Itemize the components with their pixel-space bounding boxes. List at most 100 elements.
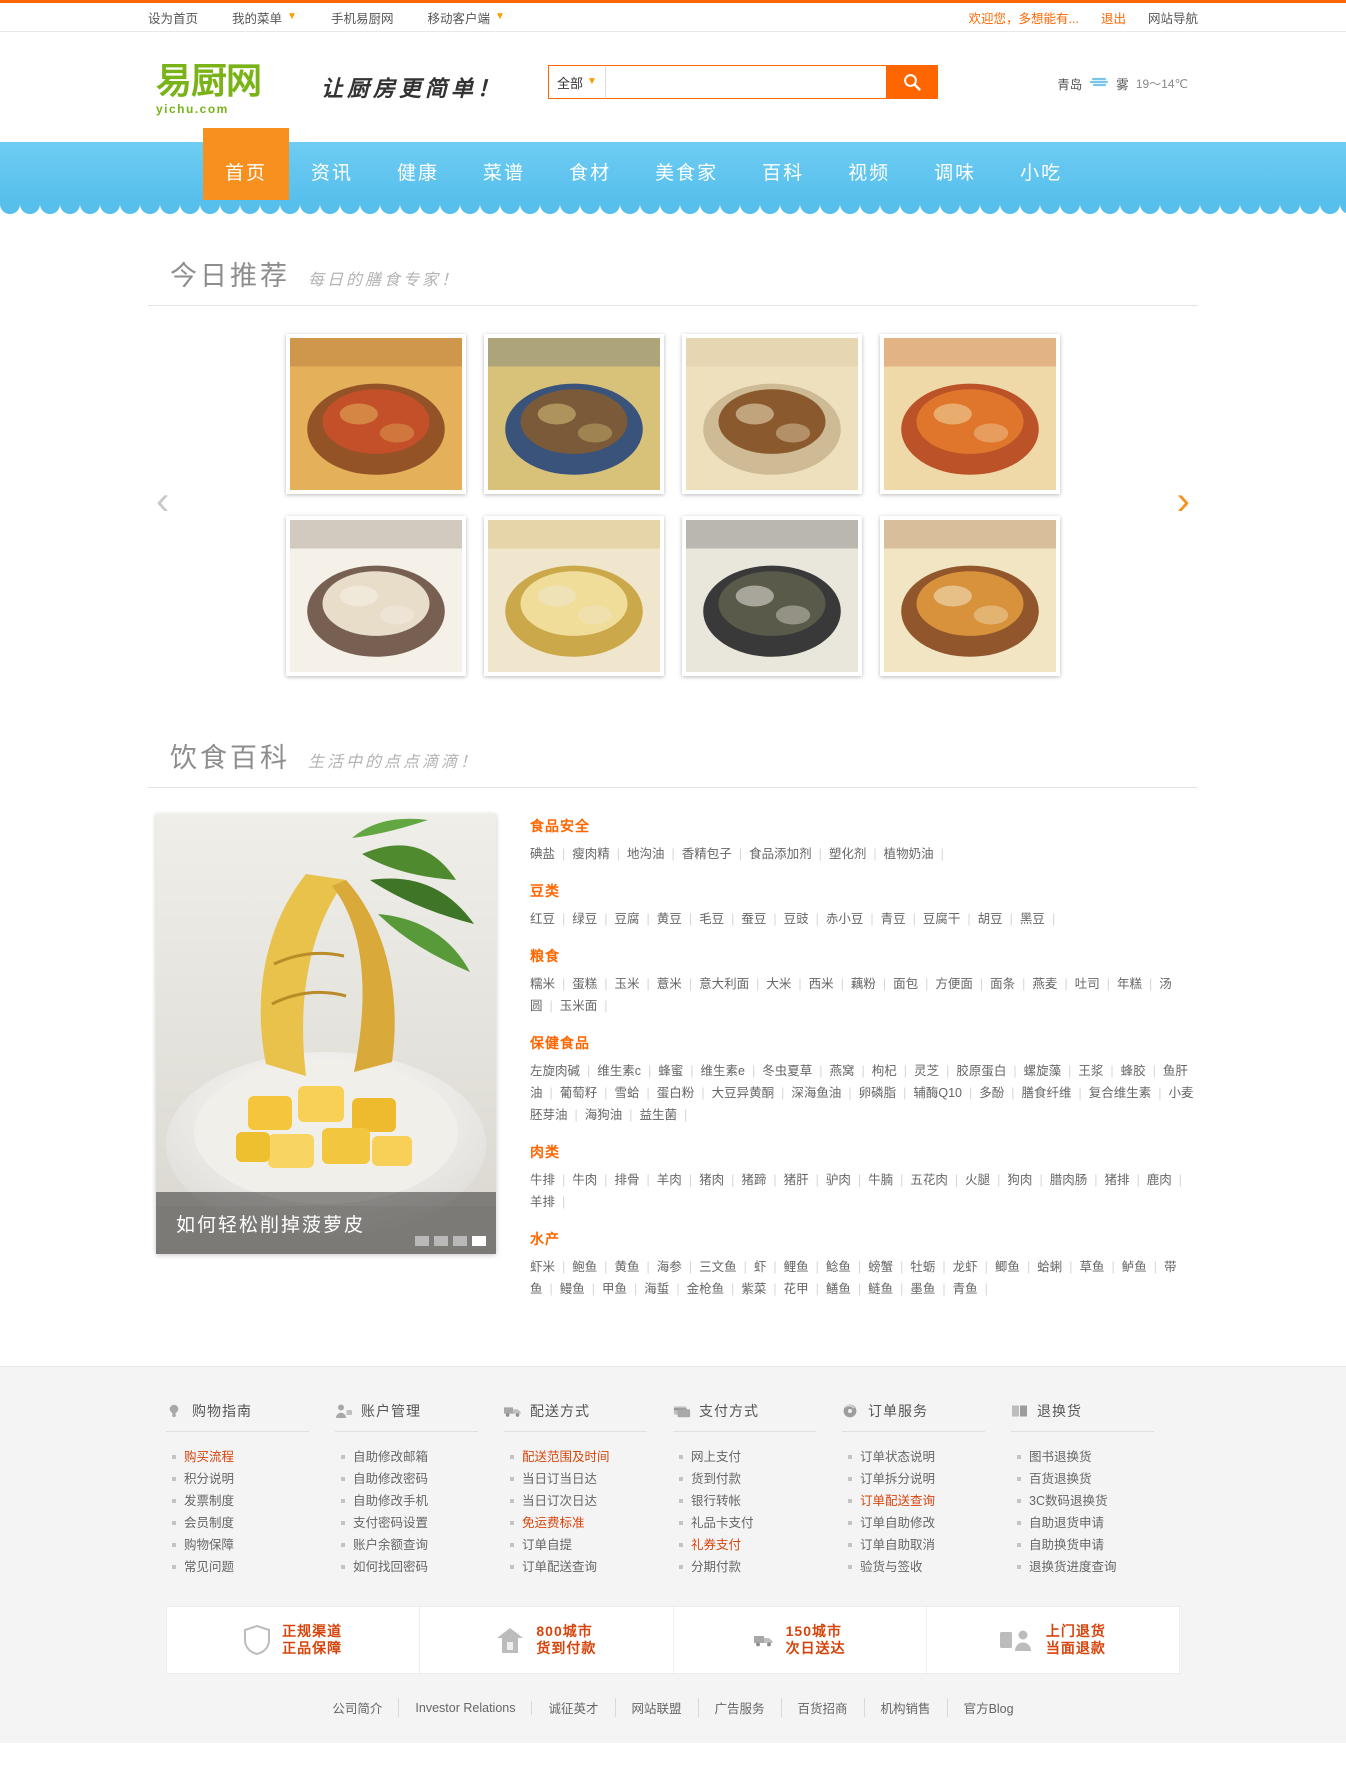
footer-link[interactable]: 订单自提 [510,1534,673,1556]
category-item-link[interactable]: 维生素e [701,1064,745,1078]
gallery-prev-button[interactable]: ‹ [156,481,169,521]
category-item-link[interactable]: 膳食纤维 [1022,1086,1072,1100]
category-item-link[interactable]: 虾 [754,1260,767,1274]
category-item-link[interactable]: 灵芝 [914,1064,939,1078]
category-item-link[interactable]: 糯米 [530,977,555,991]
category-item-link[interactable]: 螃蟹 [868,1260,893,1274]
category-item-link[interactable]: 意大利面 [699,977,749,991]
category-item-link[interactable]: 薏米 [657,977,682,991]
top-link-mobile-app[interactable]: 移动客户端 ▼ [427,8,504,27]
recommend-card[interactable] [880,334,1060,494]
category-item-link[interactable]: 牛腩 [868,1173,893,1187]
recommend-card[interactable] [286,334,466,494]
category-item-link[interactable]: 黄豆 [657,912,682,926]
footer-link[interactable]: 订单配送查询 [510,1556,673,1578]
footer-link[interactable]: 自助修改邮箱 [341,1446,504,1468]
footer-link[interactable]: 购物保障 [172,1534,335,1556]
category-item-link[interactable]: 面包 [893,977,918,991]
category-item-link[interactable]: 三文鱼 [699,1260,737,1274]
category-item-link[interactable]: 玉米面 [560,999,598,1013]
category-item-link[interactable]: 复合维生素 [1089,1086,1152,1100]
category-item-link[interactable]: 鲤鱼 [784,1260,809,1274]
category-item-link[interactable]: 年糕 [1117,977,1142,991]
category-item-link[interactable]: 蛋糕 [572,977,597,991]
category-item-link[interactable]: 黑豆 [1020,912,1045,926]
footer-link[interactable]: 百货退换货 [1017,1468,1180,1490]
footer-link[interactable]: 3C数码退换货 [1017,1490,1180,1512]
footer-bottom-link[interactable]: 机构销售 [865,1698,948,1717]
footer-link[interactable]: 网上支付 [679,1446,842,1468]
footer-bottom-link[interactable]: 公司简介 [316,1698,400,1717]
recommend-card[interactable] [682,334,862,494]
category-item-link[interactable]: 鳗鱼 [560,1282,585,1296]
category-item-link[interactable]: 食品添加剂 [749,847,812,861]
category-item-link[interactable]: 碘盐 [530,847,555,861]
category-title[interactable]: 保健食品 [530,1033,1198,1053]
footer-link[interactable]: 自助修改密码 [341,1468,504,1490]
category-item-link[interactable]: 腊肉肠 [1050,1173,1088,1187]
category-item-link[interactable]: 花甲 [784,1282,809,1296]
recommend-card[interactable] [484,516,664,676]
category-item-link[interactable]: 赤小豆 [826,912,864,926]
category-item-link[interactable]: 冬虫夏草 [762,1064,812,1078]
category-item-link[interactable]: 毛豆 [699,912,724,926]
footer-link[interactable]: 如何找回密码 [341,1556,504,1578]
category-item-link[interactable]: 红豆 [530,912,555,926]
category-item-link[interactable]: 蚕豆 [741,912,766,926]
footer-bottom-link[interactable]: 百货招商 [782,1698,865,1717]
category-item-link[interactable]: 青豆 [881,912,906,926]
nav-item-7[interactable]: 百科 [740,142,826,200]
footer-link[interactable]: 分期付款 [679,1556,842,1578]
footer-link[interactable]: 免运费标准 [510,1512,673,1534]
category-item-link[interactable]: 牛肉 [572,1173,597,1187]
category-item-link[interactable]: 紫菜 [741,1282,766,1296]
footer-bottom-link[interactable]: 官方Blog [948,1698,1030,1717]
search-input[interactable] [606,65,886,99]
category-title[interactable]: 食品安全 [530,816,1198,836]
category-item-link[interactable]: 龙虾 [953,1260,978,1274]
category-item-link[interactable]: 驴肉 [826,1173,851,1187]
category-item-link[interactable]: 墨鱼 [910,1282,935,1296]
site-nav-link[interactable]: 网站导航 [1148,8,1198,27]
footer-link[interactable]: 当日订当日达 [510,1468,673,1490]
site-logo[interactable]: 易厨网 yichu.com [156,58,291,117]
category-item-link[interactable]: 鳝鱼 [826,1282,851,1296]
carousel-dots[interactable] [415,1236,486,1246]
category-title[interactable]: 粮食 [530,946,1198,966]
category-item-link[interactable]: 绿豆 [572,912,597,926]
footer-link[interactable]: 订单状态说明 [848,1446,1011,1468]
footer-link[interactable]: 退换货进度查询 [1017,1556,1180,1578]
category-item-link[interactable]: 辅酶Q10 [913,1086,962,1100]
category-item-link[interactable]: 玉米 [615,977,640,991]
nav-item-2[interactable]: 资讯 [289,142,375,200]
carousel-dot-1[interactable] [415,1236,429,1246]
footer-link[interactable]: 礼券支付 [679,1534,842,1556]
footer-link[interactable]: 配送范围及时间 [510,1446,673,1468]
category-item-link[interactable]: 五花肉 [910,1173,948,1187]
category-item-link[interactable]: 鲶鱼 [826,1260,851,1274]
category-item-link[interactable]: 塑化剂 [829,847,867,861]
footer-bottom-link[interactable]: 网站联盟 [616,1698,699,1717]
footer-link[interactable]: 自助退货申请 [1017,1512,1180,1534]
recommend-card[interactable] [880,516,1060,676]
category-item-link[interactable]: 大米 [766,977,791,991]
top-link-set-homepage[interactable]: 设为首页 [148,8,198,27]
category-item-link[interactable]: 大豆异黄酮 [712,1086,775,1100]
category-item-link[interactable]: 鲍鱼 [572,1260,597,1274]
category-item-link[interactable]: 王浆 [1078,1064,1103,1078]
footer-link[interactable]: 验货与签收 [848,1556,1011,1578]
category-item-link[interactable]: 海参 [657,1260,682,1274]
footer-link[interactable]: 订单配送查询 [848,1490,1011,1512]
category-item-link[interactable]: 羊排 [530,1195,555,1209]
category-item-link[interactable]: 方便面 [935,977,973,991]
footer-link[interactable]: 购买流程 [172,1446,335,1468]
footer-link[interactable]: 订单自助修改 [848,1512,1011,1534]
category-item-link[interactable]: 牡蛎 [910,1260,935,1274]
category-item-link[interactable]: 胡豆 [978,912,1003,926]
category-item-link[interactable]: 豆豉 [784,912,809,926]
footer-link[interactable]: 自助修改手机 [341,1490,504,1512]
recommend-card[interactable] [484,334,664,494]
nav-item-10[interactable]: 小吃 [998,142,1084,200]
category-item-link[interactable]: 多酚 [979,1086,1004,1100]
category-item-link[interactable]: 蜂蜜 [658,1064,683,1078]
